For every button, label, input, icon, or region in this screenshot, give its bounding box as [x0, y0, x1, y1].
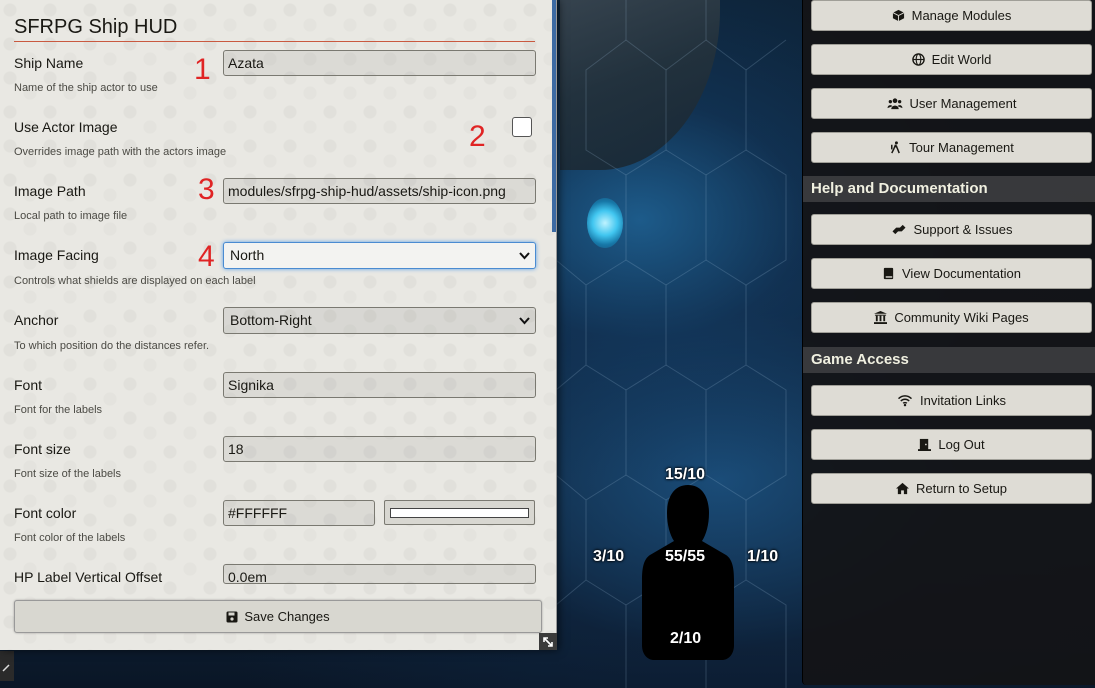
settings-sidebar: Manage Modules Edit World User Managemen… [802, 0, 1095, 685]
save-icon [226, 611, 238, 622]
user-management-label: User Management [909, 96, 1017, 111]
support-issues-button[interactable]: Support & Issues [811, 214, 1092, 245]
shield-aft-label: 2/10 [670, 630, 702, 647]
font-hint: Font for the labels [14, 404, 103, 416]
manage-modules-button[interactable]: Manage Modules [811, 0, 1092, 31]
font-size-input[interactable]: 18 [223, 436, 536, 462]
return-to-setup-button[interactable]: Return to Setup [811, 473, 1092, 504]
font-color-picker[interactable] [384, 500, 535, 525]
image-path-label: Image Path [14, 183, 86, 199]
image-facing-hint: Controls what shields are displayed on e… [14, 275, 256, 287]
use-actor-image-checkbox[interactable] [512, 117, 532, 137]
use-actor-image-label: Use Actor Image [14, 119, 118, 135]
expand-icon [543, 636, 553, 647]
invitation-links-button[interactable]: Invitation Links [811, 385, 1092, 416]
anchor-value: Bottom-Right [230, 312, 312, 328]
tour-management-button[interactable]: Tour Management [811, 132, 1092, 163]
font-color-label: Font color [14, 505, 77, 521]
ship-name-input[interactable]: Azata [223, 50, 536, 76]
image-facing-value: North [230, 247, 265, 263]
hiking-icon [891, 141, 901, 154]
canvas-control-toggle[interactable] [0, 651, 14, 681]
use-actor-image-hint: Overrides image path with the actors ima… [14, 146, 227, 158]
image-path-input[interactable]: modules/sfrpg-ship-hud/assets/ship-icon.… [223, 178, 536, 204]
cube-icon [892, 9, 904, 22]
users-icon [887, 98, 902, 110]
window-title: SFRPG Ship HUD [14, 16, 535, 42]
anchor-hint: To which position do the distances refer… [14, 340, 210, 352]
edit-world-label: Edit World [931, 52, 992, 67]
image-facing-select[interactable]: North [223, 242, 536, 269]
return-to-setup-label: Return to Setup [915, 481, 1008, 496]
image-facing-label: Image Facing [14, 247, 99, 263]
community-wiki-button[interactable]: Community Wiki Pages [811, 302, 1092, 333]
help-section-header: Help and Documentation [803, 176, 1095, 202]
annotation-number: 1 [194, 53, 211, 86]
game-access-section-header: Game Access [803, 347, 1095, 373]
hands-helping-icon [892, 224, 905, 235]
font-size-hint: Font size of the labels [14, 468, 122, 480]
landmark-icon [874, 311, 888, 324]
font-color-input[interactable]: #FFFFFF [223, 500, 375, 526]
resize-handle[interactable] [539, 633, 557, 650]
font-label: Font [14, 377, 43, 393]
annotation-number: 3 [198, 173, 215, 206]
hp-label-offset-input[interactable]: 0.0em [223, 564, 536, 584]
chevron-down-icon [519, 317, 530, 325]
view-documentation-button[interactable]: View Documentation [811, 258, 1092, 289]
font-size-label: Font size [14, 441, 71, 457]
door-open-icon [918, 438, 932, 451]
annotation-number: 2 [469, 120, 486, 153]
wifi-icon [897, 395, 913, 407]
log-out-button[interactable]: Log Out [811, 429, 1092, 460]
shield-starboard-label: 1/10 [747, 548, 779, 565]
manage-modules-label: Manage Modules [911, 8, 1012, 23]
invitation-links-label: Invitation Links [920, 393, 1006, 408]
globe-icon [911, 53, 925, 66]
image-path-hint: Local path to image file [14, 210, 128, 222]
anchor-label: Anchor [14, 312, 59, 328]
save-changes-label: Save Changes [244, 609, 330, 624]
support-issues-label: Support & Issues [913, 222, 1013, 237]
shield-port-label: 3/10 [593, 548, 625, 565]
view-documentation-label: View Documentation [902, 266, 1021, 281]
settings-scrollbar[interactable] [552, 0, 556, 232]
hull-points-label: 55/55 [665, 548, 706, 565]
user-management-button[interactable]: User Management [811, 88, 1092, 119]
shield-forward-label: 15/10 [665, 466, 706, 483]
log-out-label: Log Out [938, 437, 985, 452]
ship-name-label: Ship Name [14, 55, 84, 71]
ship-name-hint: Name of the ship actor to use [14, 82, 158, 94]
font-input[interactable]: Signika [223, 372, 536, 398]
module-settings-window: SFRPG Ship HUD Ship Name 1 Azata Name of… [0, 0, 557, 650]
book-icon [883, 267, 894, 280]
hp-label-offset-label: HP Label Vertical Offset [14, 569, 163, 585]
font-color-hint: Font color of the labels [14, 532, 126, 544]
chevron-down-icon [519, 252, 530, 260]
tour-management-label: Tour Management [909, 140, 1014, 155]
edit-world-button[interactable]: Edit World [811, 44, 1092, 75]
annotation-number: 4 [198, 240, 215, 273]
save-changes-button[interactable]: Save Changes [14, 600, 542, 633]
anchor-select[interactable]: Bottom-Right [223, 307, 536, 334]
community-wiki-label: Community Wiki Pages [894, 310, 1029, 325]
home-icon [895, 482, 909, 495]
